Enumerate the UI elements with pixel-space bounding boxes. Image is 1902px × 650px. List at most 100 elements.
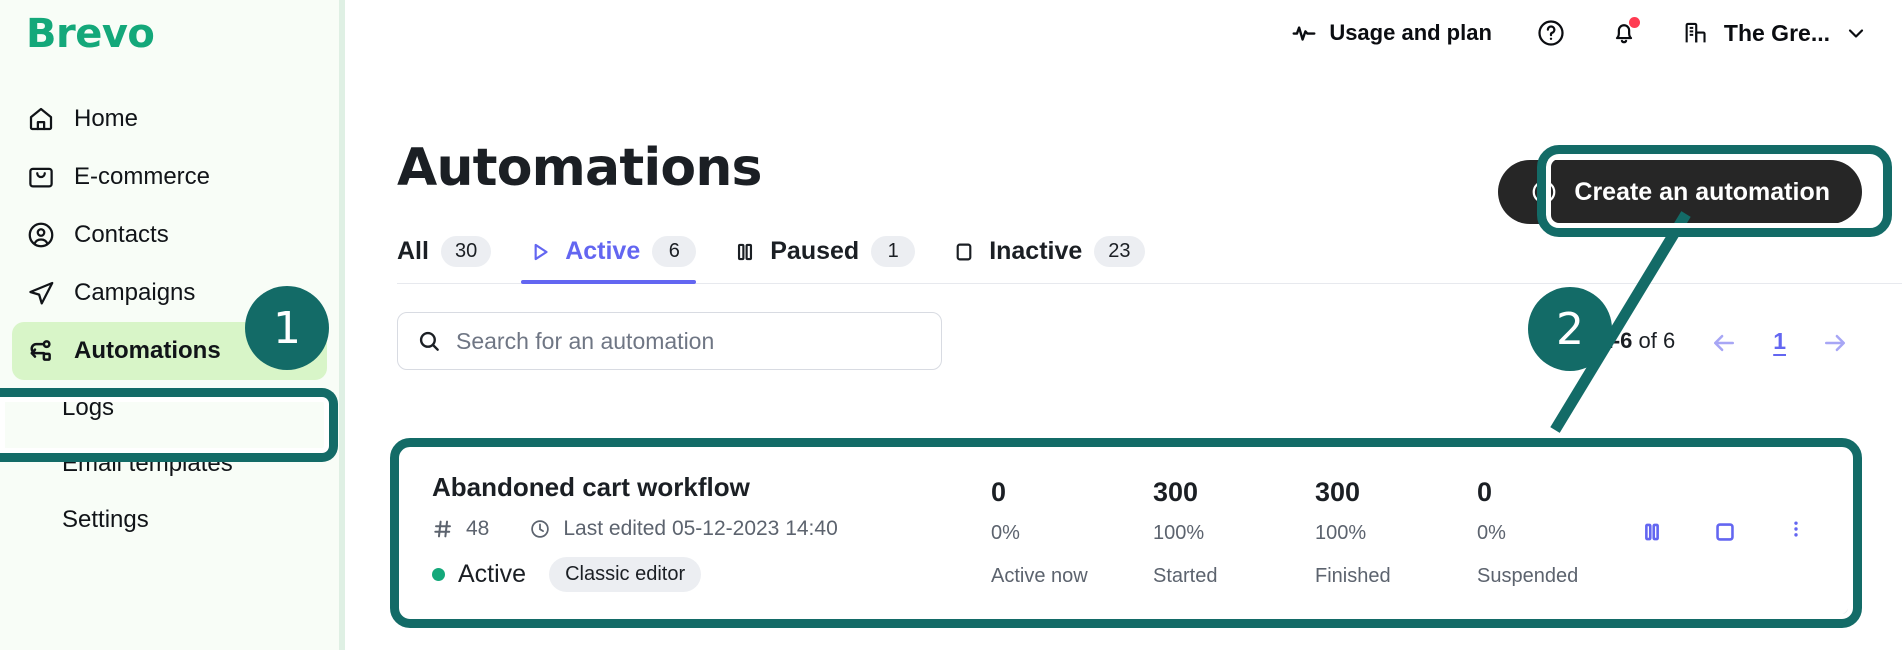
search-icon bbox=[416, 328, 442, 354]
automation-row-actions bbox=[1639, 518, 1849, 546]
tab-bar: All 30 Active 6 Paused 1 Inactive 23 bbox=[397, 228, 1902, 284]
chevron-down-icon bbox=[1844, 21, 1868, 45]
notification-badge-dot bbox=[1628, 17, 1640, 28]
sidebar-item-label: E-commerce bbox=[74, 163, 211, 190]
automation-last-edited: Last edited 05-12-2023 14:40 bbox=[563, 517, 838, 540]
sidebar-subitem-label: Logs bbox=[62, 394, 115, 421]
shopping-bag-icon bbox=[26, 162, 56, 192]
stat-percent: 0% bbox=[991, 521, 1020, 544]
play-triangle-icon bbox=[527, 239, 553, 265]
stat-label: Active now bbox=[991, 564, 1088, 587]
clock-icon bbox=[529, 518, 551, 540]
usage-and-plan-label: Usage and plan bbox=[1329, 20, 1492, 45]
sidebar-item-email-templates[interactable]: Email templates bbox=[12, 436, 327, 492]
sidebar-subitem-label: Settings bbox=[62, 506, 149, 533]
tab-active[interactable]: Active 6 bbox=[521, 228, 726, 284]
automation-nodes-icon bbox=[26, 336, 56, 366]
stop-square-icon[interactable] bbox=[1711, 518, 1739, 546]
stat-percent: 100% bbox=[1315, 521, 1367, 544]
status-dot bbox=[432, 568, 445, 581]
stat-suspended: 0 0% Suspended bbox=[1477, 477, 1639, 588]
automation-row[interactable]: Abandoned cart workflow 48 Last edited 0… bbox=[397, 448, 1850, 616]
stat-value: 300 bbox=[1153, 476, 1199, 507]
account-switcher[interactable]: The Gre... bbox=[1682, 19, 1868, 47]
sidebar-item-home[interactable]: Home bbox=[12, 90, 327, 148]
stop-square-icon bbox=[951, 239, 977, 265]
bell-icon[interactable] bbox=[1610, 17, 1640, 48]
paper-plane-icon bbox=[26, 278, 56, 308]
sidebar-item-label: Campaigns bbox=[74, 279, 196, 306]
plus-circle-icon bbox=[1530, 178, 1558, 206]
list-toolbar: 1-6 of 6 1 bbox=[397, 312, 1850, 370]
sidebar-subitem-label: Email templates bbox=[62, 450, 233, 477]
tab-inactive[interactable]: Inactive 23 bbox=[945, 228, 1174, 283]
automation-meta: 48 Last edited 05-12-2023 14:40 bbox=[432, 517, 967, 541]
account-name: The Gre... bbox=[1723, 19, 1830, 46]
app-root: Brevo Home E-commerce Contacts Campaigns… bbox=[0, 0, 1902, 650]
tab-label: Paused bbox=[770, 237, 860, 265]
tab-all[interactable]: All 30 bbox=[397, 228, 521, 283]
create-automation-button[interactable]: Create an automation bbox=[1498, 160, 1862, 224]
brand-logo[interactable]: Brevo bbox=[0, 4, 339, 56]
automation-stats: 0 0% Active now 300 100% Started 300 100… bbox=[991, 477, 1639, 588]
stat-label: Finished bbox=[1315, 564, 1391, 587]
automation-info: Abandoned cart workflow 48 Last edited 0… bbox=[398, 472, 967, 592]
stat-value: 0 bbox=[1477, 476, 1493, 507]
sidebar-item-ecommerce[interactable]: E-commerce bbox=[12, 148, 327, 206]
search-box[interactable] bbox=[397, 312, 942, 370]
tab-count: 6 bbox=[652, 236, 697, 267]
editor-chip: Classic editor bbox=[549, 557, 702, 592]
automation-id: 48 bbox=[466, 517, 490, 540]
sidebar-item-settings[interactable]: Settings bbox=[12, 492, 327, 548]
sidebar-item-campaigns[interactable]: Campaigns bbox=[12, 264, 327, 322]
arrow-left-icon[interactable] bbox=[1709, 328, 1739, 354]
tab-label: All bbox=[397, 237, 429, 265]
tab-paused[interactable]: Paused 1 bbox=[726, 228, 945, 283]
building-icon bbox=[1682, 19, 1710, 47]
pagination-range: 1-6 of 6 bbox=[1601, 328, 1676, 354]
pause-icon[interactable] bbox=[1639, 519, 1665, 545]
stat-finished: 300 100% Finished bbox=[1315, 477, 1477, 588]
sidebar-item-automations[interactable]: Automations bbox=[12, 322, 359, 380]
tab-count: 23 bbox=[1094, 236, 1145, 267]
tab-count: 1 bbox=[871, 236, 916, 267]
create-automation-label: Create an automation bbox=[1574, 177, 1830, 206]
arrow-right-icon[interactable] bbox=[1820, 328, 1850, 354]
hash-icon bbox=[432, 518, 454, 540]
stat-active-now: 0 0% Active now bbox=[991, 477, 1153, 588]
pulse-activity-icon bbox=[1291, 20, 1317, 46]
pause-icon bbox=[732, 239, 758, 265]
question-circle-icon[interactable] bbox=[1536, 18, 1566, 48]
sidebar-item-logs[interactable]: Logs bbox=[12, 380, 327, 436]
sidebar-item-label: Home bbox=[74, 105, 139, 132]
user-circle-icon bbox=[26, 220, 56, 250]
sidebar-item-label: Automations bbox=[74, 337, 221, 364]
stat-percent: 100% bbox=[1153, 521, 1205, 544]
main-content: Usage and plan The Gre... Automations Al… bbox=[345, 0, 1902, 650]
stat-label: Suspended bbox=[1477, 564, 1579, 587]
pagination-range-bold: 1-6 bbox=[1600, 328, 1633, 353]
tab-label: Inactive bbox=[989, 237, 1083, 265]
automation-status: Active Classic editor bbox=[432, 557, 967, 592]
stat-percent: 0% bbox=[1477, 521, 1506, 544]
automation-name: Abandoned cart workflow bbox=[432, 472, 750, 502]
stat-started: 300 100% Started bbox=[1153, 477, 1315, 588]
usage-and-plan-button[interactable]: Usage and plan bbox=[1291, 20, 1492, 46]
pagination-range-rest: of 6 bbox=[1632, 328, 1676, 353]
search-input[interactable] bbox=[456, 327, 923, 355]
stat-value: 300 bbox=[1315, 476, 1361, 507]
more-vertical-icon[interactable] bbox=[1785, 518, 1807, 546]
sidebar-nav: Home E-commerce Contacts Campaigns Autom… bbox=[0, 90, 359, 548]
sidebar: Brevo Home E-commerce Contacts Campaigns… bbox=[0, 0, 359, 650]
tab-label: Active bbox=[565, 237, 641, 265]
status-label: Active bbox=[458, 560, 527, 588]
sidebar-item-contacts[interactable]: Contacts bbox=[12, 206, 327, 264]
stat-label: Started bbox=[1153, 564, 1218, 587]
tab-count: 30 bbox=[440, 236, 492, 267]
stat-value: 0 bbox=[991, 476, 1007, 507]
sidebar-item-label: Contacts bbox=[74, 221, 169, 248]
pagination: 1-6 of 6 1 bbox=[1601, 328, 1850, 355]
home-icon bbox=[26, 104, 56, 134]
topbar: Usage and plan The Gre... bbox=[345, 0, 1902, 66]
pagination-page-1[interactable]: 1 bbox=[1773, 328, 1786, 355]
